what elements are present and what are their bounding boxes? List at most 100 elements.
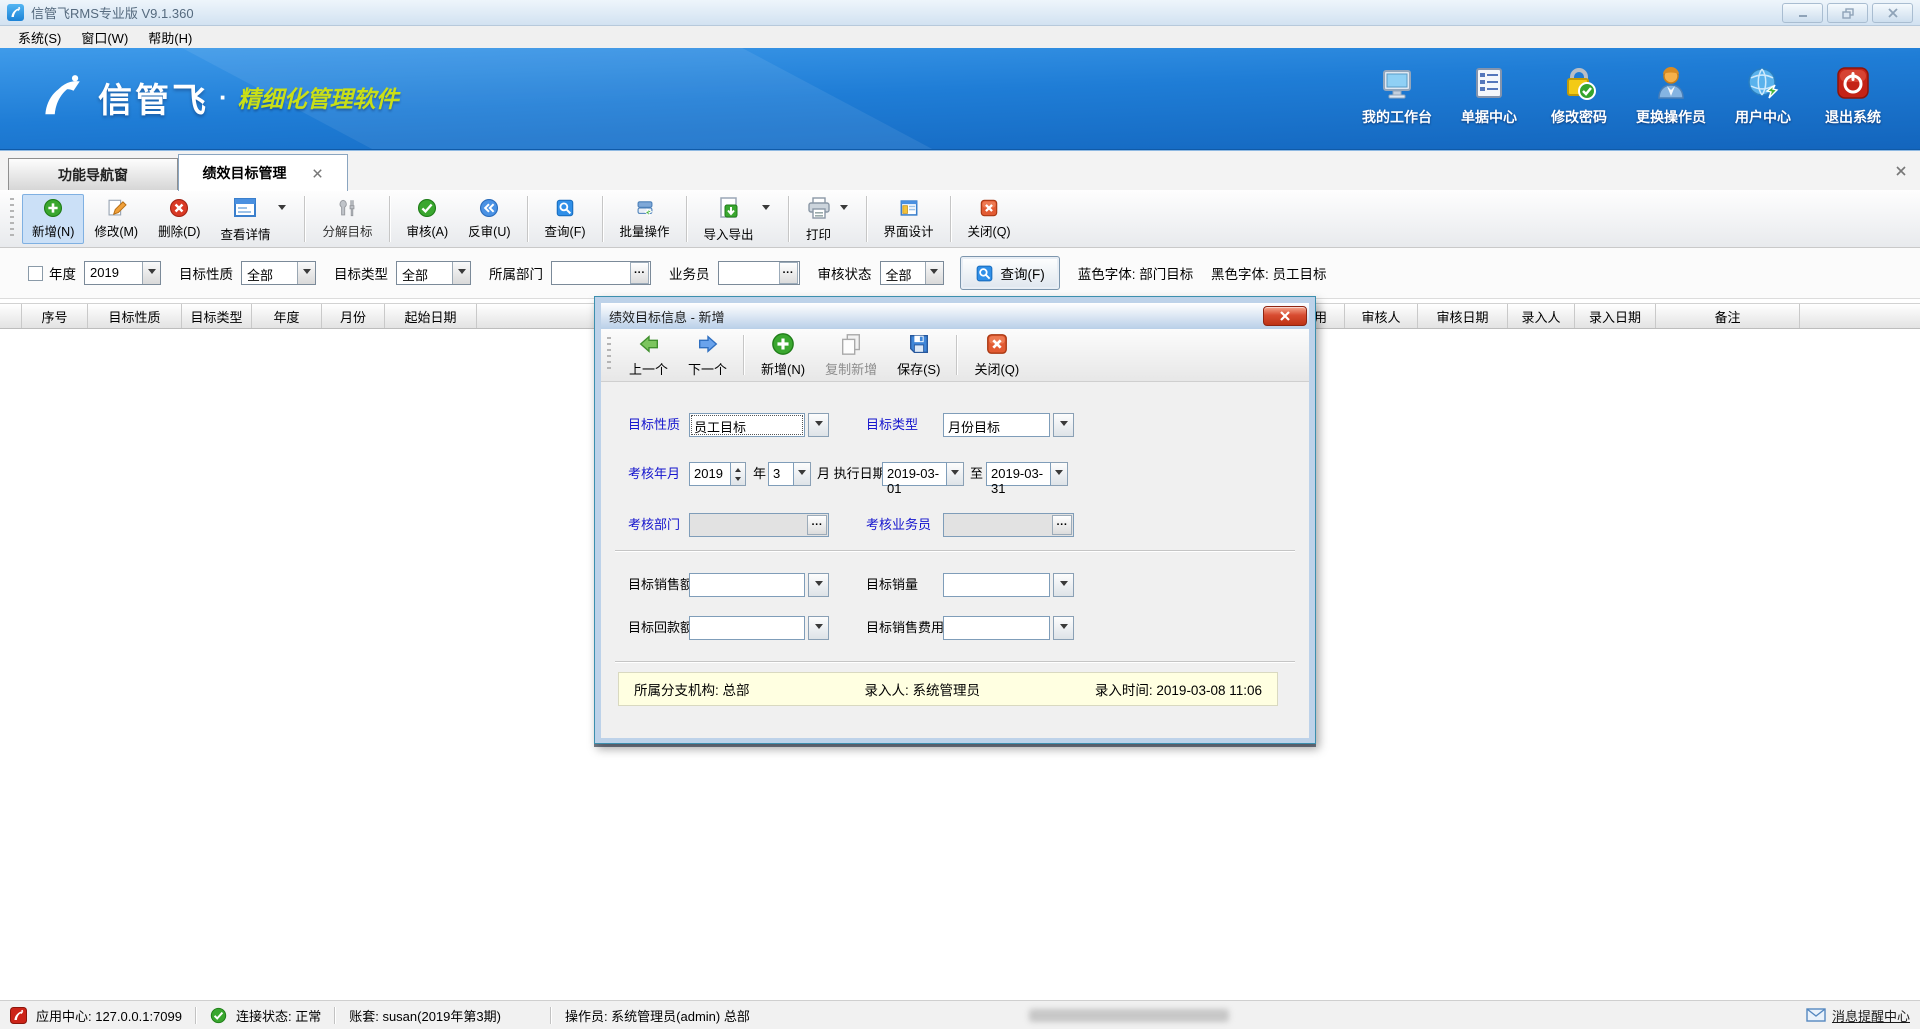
date-to-value[interactable]: 2019-03-31 bbox=[986, 462, 1051, 486]
dialog-close-toolbar-button[interactable]: 关闭(Q) bbox=[964, 330, 1029, 380]
prev-button[interactable]: 上一个 bbox=[619, 330, 678, 380]
type-combobox[interactable]: 月份目标 bbox=[943, 413, 1074, 437]
import-export-button[interactable]: 导入导出 bbox=[694, 194, 782, 244]
dialog-add-button[interactable]: 新增(N) bbox=[751, 330, 815, 380]
column-header[interactable]: 序号 bbox=[22, 304, 88, 328]
toolbar-separator bbox=[389, 196, 391, 242]
menu-help[interactable]: 帮助(H) bbox=[138, 26, 202, 49]
menu-window[interactable]: 窗口(W) bbox=[71, 26, 138, 49]
year-select[interactable]: 2019 bbox=[84, 261, 161, 285]
header-action-workbench[interactable]: 我的工作台 bbox=[1362, 65, 1432, 127]
chevron-down-icon[interactable] bbox=[794, 462, 811, 486]
ellipsis-button[interactable] bbox=[630, 262, 649, 284]
minimize-button[interactable] bbox=[1782, 3, 1823, 23]
tools-icon bbox=[334, 198, 360, 218]
dept-input[interactable] bbox=[551, 261, 651, 285]
receipt-label: 目标回款额 bbox=[628, 616, 693, 640]
chevron-down-icon[interactable] bbox=[947, 462, 964, 486]
date-from-value[interactable]: 2019-03-01 bbox=[882, 462, 947, 486]
close-button[interactable] bbox=[1872, 3, 1913, 23]
expense-combobox[interactable] bbox=[943, 616, 1074, 640]
view-detail-button[interactable]: 查看详情 bbox=[210, 194, 298, 244]
dialog-toolbar-label: 上一个 bbox=[629, 359, 668, 378]
spinner-buttons[interactable] bbox=[731, 462, 746, 486]
next-button[interactable]: 下一个 bbox=[678, 330, 737, 380]
sales-qty-value[interactable] bbox=[943, 573, 1050, 597]
nature-value[interactable]: 员工目标 bbox=[689, 413, 805, 437]
print-button[interactable]: 打印 bbox=[796, 194, 860, 244]
month-value[interactable]: 3 bbox=[768, 462, 794, 486]
sales-amount-combobox[interactable] bbox=[689, 573, 829, 597]
message-center-link[interactable]: 消息提醒中心 bbox=[1806, 1006, 1910, 1025]
column-header[interactable]: 目标性质 bbox=[88, 304, 182, 328]
tabstrip-close-icon[interactable] bbox=[1894, 164, 1908, 178]
year-value[interactable]: 2019 bbox=[689, 462, 731, 486]
exec-date-label: 月 执行日期 bbox=[817, 462, 886, 486]
delete-button[interactable]: 删除(D) bbox=[148, 194, 210, 244]
date-to-select[interactable]: 2019-03-31 bbox=[986, 462, 1068, 486]
ellipsis-button[interactable] bbox=[1052, 515, 1072, 535]
ellipsis-button[interactable] bbox=[779, 262, 798, 284]
legend-blue: 蓝色字体: 部门目标 bbox=[1078, 267, 1194, 282]
batch-operation-button[interactable]: 批量操作 bbox=[610, 194, 680, 244]
column-header[interactable]: 录入日期 bbox=[1575, 304, 1656, 328]
tab-performance-target[interactable]: 绩效目标管理 bbox=[178, 154, 348, 191]
receipt-combobox[interactable] bbox=[689, 616, 829, 640]
save-button[interactable]: 保存(S) bbox=[887, 330, 950, 380]
header-action-exit[interactable]: 退出系统 bbox=[1820, 65, 1886, 127]
tab-navigation[interactable]: 功能导航窗 bbox=[8, 158, 178, 191]
column-header[interactable]: 年度 bbox=[252, 304, 322, 328]
add-button[interactable]: 新增(N) bbox=[22, 194, 84, 244]
close-tab-button[interactable]: 关闭(Q) bbox=[958, 194, 1021, 244]
column-header[interactable]: 审核日期 bbox=[1418, 304, 1508, 328]
column-header[interactable]: 备注 bbox=[1656, 304, 1800, 328]
chevron-down-icon[interactable] bbox=[808, 616, 829, 640]
ellipsis-button[interactable] bbox=[807, 515, 827, 535]
chevron-down-icon[interactable] bbox=[1051, 462, 1068, 486]
decompose-target-button[interactable]: 分解目标 bbox=[312, 194, 382, 244]
type-select[interactable]: 全部 bbox=[396, 261, 471, 285]
ui-design-button[interactable]: 界面设计 bbox=[874, 194, 944, 244]
year-spinner[interactable]: 2019 bbox=[689, 462, 746, 486]
search-button[interactable]: 查询(F) bbox=[960, 256, 1060, 290]
dialog-close-button[interactable] bbox=[1263, 306, 1307, 326]
receipt-value[interactable] bbox=[689, 616, 805, 640]
header-action-document-center[interactable]: 单据中心 bbox=[1456, 65, 1522, 127]
toolbar-separator bbox=[304, 196, 306, 242]
chevron-down-icon[interactable] bbox=[1053, 413, 1074, 437]
toolbar-separator bbox=[602, 196, 604, 242]
chevron-down-icon[interactable] bbox=[1053, 616, 1074, 640]
column-header[interactable]: 起始日期 bbox=[385, 304, 477, 328]
header-action-user-center[interactable]: 用户中心 bbox=[1730, 65, 1796, 127]
header-action-switch-operator[interactable]: 更换操作员 bbox=[1636, 65, 1706, 127]
nature-combobox[interactable]: 员工目标 bbox=[689, 413, 829, 437]
expense-value[interactable] bbox=[943, 616, 1050, 640]
chevron-down-icon[interactable] bbox=[1053, 573, 1074, 597]
nature-select[interactable]: 全部 bbox=[241, 261, 316, 285]
sales-amount-value[interactable] bbox=[689, 573, 805, 597]
salesman-input[interactable] bbox=[718, 261, 800, 285]
type-value[interactable]: 月份目标 bbox=[943, 413, 1050, 437]
edit-button[interactable]: 修改(M) bbox=[84, 194, 148, 244]
audit-status-select[interactable]: 全部 bbox=[880, 261, 944, 285]
window-titlebar: 信管飞RMS专业版 V9.1.360 bbox=[0, 0, 1920, 26]
menu-system[interactable]: 系统(S) bbox=[8, 26, 71, 49]
column-header[interactable]: 月份 bbox=[322, 304, 385, 328]
grid-selector-column[interactable] bbox=[0, 304, 22, 328]
column-header[interactable]: 录入人 bbox=[1508, 304, 1575, 328]
tab-close-icon[interactable] bbox=[311, 167, 324, 180]
column-header[interactable]: 审核人 bbox=[1345, 304, 1418, 328]
chevron-down-icon[interactable] bbox=[808, 413, 829, 437]
unaudit-button[interactable]: 反审(U) bbox=[458, 194, 520, 244]
restore-button[interactable] bbox=[1827, 3, 1868, 23]
query-button[interactable]: 查询(F) bbox=[535, 194, 596, 244]
chevron-down-icon[interactable] bbox=[808, 573, 829, 597]
column-header[interactable]: 目标类型 bbox=[182, 304, 252, 328]
audit-button[interactable]: 审核(A) bbox=[397, 194, 459, 244]
sales-qty-combobox[interactable] bbox=[943, 573, 1074, 597]
month-select[interactable]: 3 bbox=[768, 462, 811, 486]
year-checkbox[interactable] bbox=[28, 266, 43, 281]
date-from-select[interactable]: 2019-03-01 bbox=[882, 462, 964, 486]
toolbar-label: 删除(D) bbox=[158, 221, 200, 240]
header-action-change-password[interactable]: 修改密码 bbox=[1546, 65, 1612, 127]
